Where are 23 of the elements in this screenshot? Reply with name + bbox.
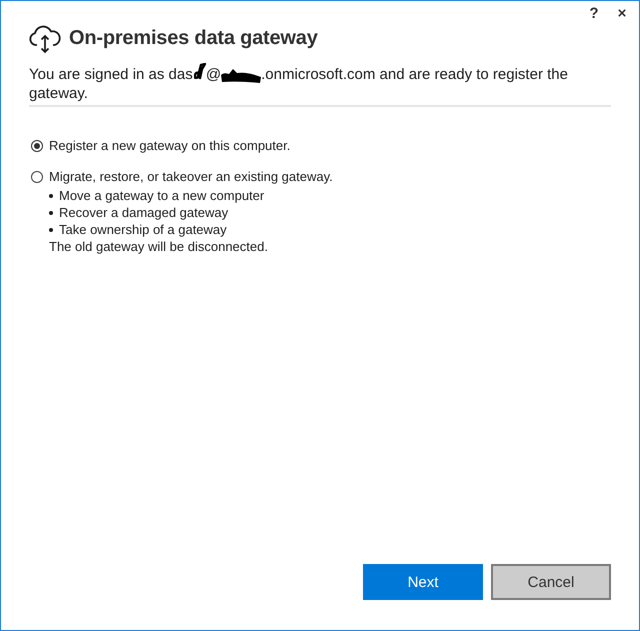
- bullet-icon: [49, 228, 53, 232]
- radio-button[interactable]: [31, 140, 43, 152]
- redaction-scribble-icon: [194, 62, 206, 80]
- bullet-text: Recover a damaged gateway: [59, 204, 228, 221]
- signed-in-text: You are signed in as das.: [29, 65, 197, 84]
- bullet-icon: [49, 210, 53, 214]
- bullet-icon: [49, 194, 53, 198]
- radio-button[interactable]: [31, 170, 43, 182]
- dialog-title: On-premises data gateway: [69, 27, 318, 50]
- option-label[interactable]: Register a new gateway on this computer.: [49, 137, 290, 154]
- help-button[interactable]: ?: [584, 5, 604, 23]
- bullet-text: Take ownership of a gateway: [59, 221, 227, 238]
- next-button[interactable]: Next: [363, 564, 483, 600]
- signed-in-text: @: [206, 65, 222, 84]
- redaction-blot-icon: [221, 68, 262, 82]
- signed-in-text: gateway.: [29, 84, 88, 103]
- option-label[interactable]: Migrate, restore, or takeover an existing gateway.: [49, 168, 333, 185]
- cancel-button[interactable]: Cancel: [491, 564, 611, 600]
- bullet-text: Move a gateway to a new computer: [59, 187, 264, 204]
- option-note: The old gateway will be disconnected.: [49, 239, 268, 254]
- close-button[interactable]: ×: [612, 5, 632, 23]
- cloud-arrows-icon: [28, 24, 62, 54]
- signed-in-text: .onmicrosoft.com and are ready to register the: [261, 65, 568, 84]
